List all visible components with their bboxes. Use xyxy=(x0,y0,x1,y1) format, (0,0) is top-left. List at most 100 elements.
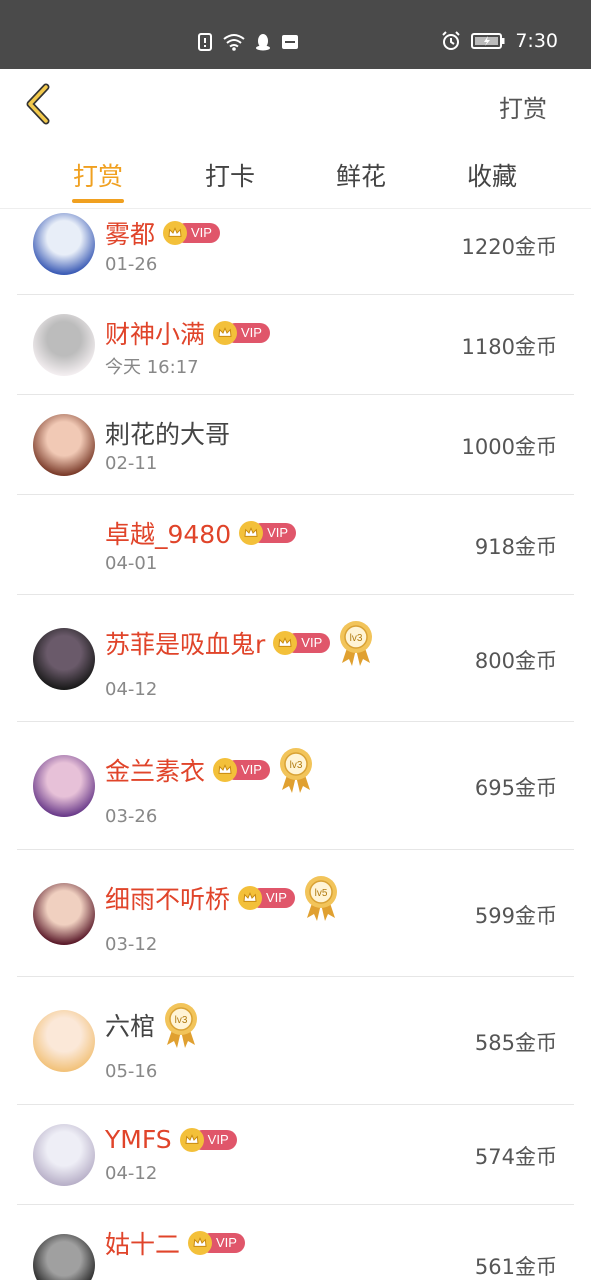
tip-date: 03-26 xyxy=(105,806,158,827)
vip-badge: VIP xyxy=(213,321,270,345)
avatar[interactable] xyxy=(33,1234,95,1280)
crown-icon xyxy=(218,764,232,774)
tip-ranking-list: 雾都 VIP 01-26 1220金币 财神小满 VIP 今天 16:17 1180金币 刺花的… xyxy=(17,209,574,1280)
user-name[interactable]: 苏菲是吸血鬼r xyxy=(105,625,265,661)
user-name[interactable]: YMFS xyxy=(105,1125,172,1154)
user-name[interactable]: 姑十二 xyxy=(105,1225,180,1261)
user-name[interactable]: 金兰素衣 xyxy=(105,752,205,788)
level-medal-icon: lv3 xyxy=(279,748,312,793)
tab-tip[interactable]: 打赏 xyxy=(53,157,143,193)
tipper-row[interactable]: 刺花的大哥 02-11 1000金币 xyxy=(17,395,574,495)
tipper-row[interactable]: 卓越_9480 VIP 04-01 918金币 xyxy=(17,495,574,595)
avatar[interactable] xyxy=(33,1010,95,1072)
avatar[interactable] xyxy=(33,755,95,817)
level-medal-icon: lv3 xyxy=(340,620,373,666)
tip-date: 03-12 xyxy=(105,933,158,955)
crown-icon xyxy=(278,636,292,647)
qq-icon xyxy=(256,34,270,51)
coin-amount: 1000金币 xyxy=(461,435,557,459)
vip-crown xyxy=(163,221,188,245)
user-name[interactable]: 财神小满 xyxy=(105,315,205,351)
alarm-icon xyxy=(442,31,461,50)
vip-crown xyxy=(238,885,263,910)
vip-badge: VIP xyxy=(213,758,270,782)
tipper-row[interactable]: 雾都 VIP 01-26 1220金币 xyxy=(17,209,574,295)
back-arrow-icon[interactable] xyxy=(20,81,60,127)
sim-alert-icon xyxy=(198,33,212,51)
tab-checkin[interactable]: 打卡 xyxy=(185,157,275,193)
level-medal-icon: lv3 xyxy=(165,1003,198,1048)
vip-badge: VIP xyxy=(239,521,297,545)
user-name[interactable]: 六棺 xyxy=(105,1007,155,1043)
avatar[interactable] xyxy=(33,882,95,945)
tip-date: 今天 16:17 xyxy=(105,357,199,378)
avatar[interactable] xyxy=(33,213,95,275)
tipper-row[interactable]: 苏菲是吸血鬼r VIP lv3 04-12 800金币 xyxy=(17,595,574,722)
coin-amount: 574金币 xyxy=(474,1145,557,1169)
user-name[interactable]: 雾都 xyxy=(105,215,155,251)
top-header: 打赏 xyxy=(0,69,591,139)
tipper-row[interactable]: 金兰素衣 VIP lv3 03-26 695金币 xyxy=(17,722,574,850)
tab-flowers[interactable]: 鲜花 xyxy=(316,157,406,193)
crown-icon xyxy=(218,327,232,337)
name-line: 苏菲是吸血鬼r VIP lv3 xyxy=(105,619,374,667)
level-label: lv5 xyxy=(315,888,328,899)
tipper-row[interactable]: 财神小满 VIP 今天 16:17 1180金币 xyxy=(17,295,574,395)
level-label: lv3 xyxy=(175,1015,188,1026)
vip-badge: VIP xyxy=(188,1231,245,1255)
name-line: YMFS VIP xyxy=(105,1125,237,1154)
sms-icon xyxy=(282,35,298,49)
name-line: 细雨不听桥 VIP lv5 xyxy=(105,874,339,922)
crown-icon xyxy=(243,891,257,902)
tip-date: 04-12 xyxy=(105,1163,158,1184)
level-label: lv3 xyxy=(350,633,363,644)
name-line: 金兰素衣 VIP lv3 xyxy=(105,746,314,794)
level-medal-icon: lv5 xyxy=(304,875,337,921)
vip-crown xyxy=(213,758,238,782)
coin-amount: 561金币 xyxy=(474,1255,557,1279)
coin-amount: 800金币 xyxy=(474,648,557,673)
tipper-row[interactable]: YMFS VIP 04-12 574金币 xyxy=(17,1105,574,1205)
tipper-row[interactable]: 细雨不听桥 VIP lv5 03-12 599金币 xyxy=(17,850,574,977)
status-icons-left xyxy=(197,33,299,51)
vip-crown xyxy=(213,321,238,345)
tip-date: 01-26 xyxy=(105,254,158,275)
name-line: 雾都 VIP xyxy=(105,215,220,251)
avatar[interactable] xyxy=(33,514,95,576)
coin-amount: 695金币 xyxy=(474,776,557,800)
coin-amount: 1180金币 xyxy=(461,335,557,359)
avatar[interactable] xyxy=(33,314,95,376)
vip-badge: VIP xyxy=(163,221,220,245)
crown-icon xyxy=(168,227,182,237)
crown-icon xyxy=(185,1133,199,1144)
avatar[interactable] xyxy=(33,1124,95,1186)
tip-date: 05-16 xyxy=(105,1061,158,1082)
vip-badge: VIP xyxy=(273,630,331,655)
coin-amount: 599金币 xyxy=(474,903,557,928)
coin-amount: 918金币 xyxy=(474,535,557,559)
active-tab-indicator xyxy=(72,199,124,203)
tab-favorites[interactable]: 收藏 xyxy=(447,157,537,193)
user-name[interactable]: 卓越_9480 xyxy=(105,515,231,551)
vip-badge: VIP xyxy=(238,885,295,910)
user-name[interactable]: 细雨不听桥 xyxy=(105,880,230,916)
status-time: 7:30 xyxy=(515,30,558,52)
avatar[interactable] xyxy=(33,627,95,690)
tip-date: 02-11 xyxy=(105,453,158,474)
tipper-row[interactable]: 姑十二VIP02-23561金币 xyxy=(17,1205,574,1280)
vip-crown xyxy=(239,521,264,545)
page-title: 打赏 xyxy=(499,95,547,123)
tab-bar: 打赏 打卡 鲜花 收藏 xyxy=(0,139,591,209)
avatar[interactable] xyxy=(33,414,95,476)
vip-crown xyxy=(188,1231,213,1255)
crown-icon xyxy=(193,1237,207,1247)
vip-crown xyxy=(273,630,298,655)
tip-date: 04-01 xyxy=(105,553,158,574)
vip-badge: VIP xyxy=(179,1127,237,1152)
level-label: lv3 xyxy=(290,760,303,771)
status-icons-right: 7:30 xyxy=(441,30,558,52)
tipper-row[interactable]: 六棺 lv3 05-16 585金币 xyxy=(17,977,574,1105)
tip-date: 04-12 xyxy=(105,678,158,700)
crown-icon xyxy=(244,527,258,537)
user-name[interactable]: 刺花的大哥 xyxy=(105,415,230,451)
